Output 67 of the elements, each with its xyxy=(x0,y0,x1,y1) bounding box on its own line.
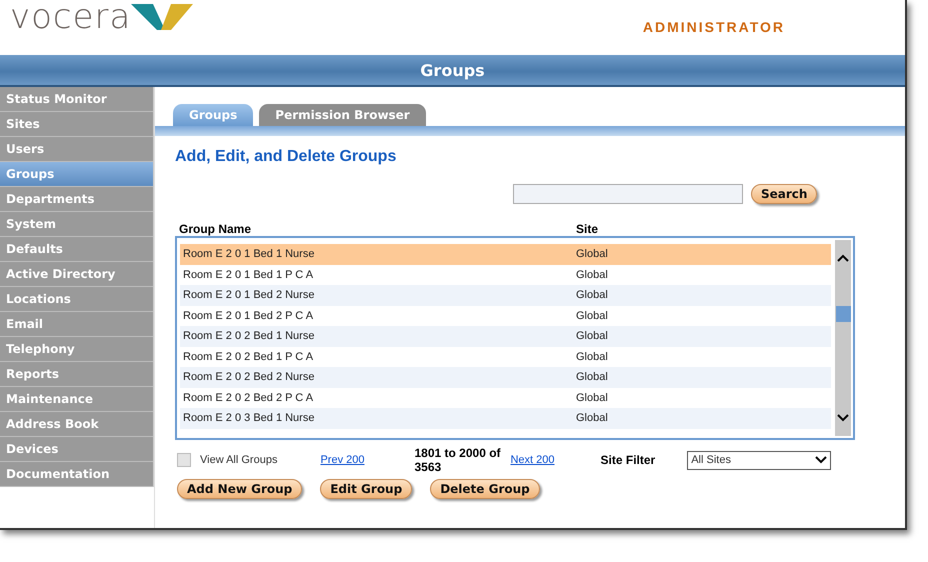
sidebar-item[interactable]: Devices xyxy=(0,437,153,462)
sidebar-item[interactable]: Defaults xyxy=(0,237,153,262)
table-row[interactable]: Room E 2 0 1 Bed 2 P C A Global xyxy=(180,306,831,326)
table-cell: Global xyxy=(576,371,608,384)
sidebar-item[interactable]: Status Monitor xyxy=(0,87,153,112)
sidebar-item[interactable]: Groups xyxy=(0,162,153,187)
table-cell-text: Room E 2 0 2 Bed 2 P C A xyxy=(182,392,314,404)
sidebar-item[interactable]: Email xyxy=(0,312,153,337)
logo-wordmark: vocera xyxy=(10,0,132,34)
column-header: Site xyxy=(576,222,598,236)
table-cell-text: Room E 2 0 1 Bed 1 P C A xyxy=(182,268,314,281)
filter-label: Site Filter xyxy=(600,453,656,467)
table-row[interactable]: Room E 2 0 2 Bed 1 Nurse Global xyxy=(180,326,831,346)
table-row[interactable]: Room E 2 0 1 Bed 1 P C A Global xyxy=(180,264,831,285)
scrollbar-thumb[interactable] xyxy=(836,306,850,322)
table-cell-text: Room E 2 0 3 Bed 1 Nurse xyxy=(182,412,316,424)
table-row[interactable]: Room E 2 0 2 Bed 1 P C A Global xyxy=(180,346,831,367)
action-button[interactable]: Add New Group xyxy=(177,479,302,499)
action-button[interactable]: Delete Group xyxy=(430,479,540,499)
sidebar-item[interactable]: Telephony xyxy=(0,337,153,362)
checkbox-label: View All Groups xyxy=(200,454,278,466)
prev-link[interactable]: Prev 200 xyxy=(320,454,364,466)
search-button[interactable]: Search xyxy=(751,184,818,204)
next-link[interactable]: Next 200 xyxy=(510,454,555,466)
scroll-up-icon[interactable] xyxy=(837,254,849,262)
sidebar-item[interactable]: System xyxy=(0,212,153,237)
table-cell: Global xyxy=(576,248,608,260)
table-cell: Global xyxy=(576,310,608,322)
table-cell-text: Room E 2 0 2 Bed 1 P C A xyxy=(182,350,314,363)
sidebar-item[interactable]: Locations xyxy=(0,287,153,312)
table-cell-text: Room E 2 0 1 Bed 1 Nurse xyxy=(182,248,316,260)
sidebar-item[interactable]: Maintenance xyxy=(0,387,153,412)
table-row[interactable]: Room E 2 0 1 Bed 1 Nurse Global xyxy=(180,244,831,264)
table-cell-text: Room E 2 0 1 Bed 2 Nurse xyxy=(182,289,316,302)
table-cell: Global xyxy=(576,392,608,404)
table-cell: Global xyxy=(576,289,608,302)
sidebar-item[interactable]: Departments xyxy=(0,187,153,212)
checkbox[interactable] xyxy=(177,453,191,467)
column-header: Group Name xyxy=(179,222,252,236)
scrollbar[interactable] xyxy=(835,240,851,436)
tab[interactable]: Permission Browser xyxy=(259,104,426,126)
table-row[interactable]: Room E 2 0 2 Bed 2 P C A Global xyxy=(180,388,831,408)
logo-icon xyxy=(131,2,194,32)
caret-icon xyxy=(815,456,828,464)
table-cell-text: Room E 2 0 2 Bed 1 Nurse xyxy=(182,330,316,342)
table-cell-text: Room E 2 0 1 Bed 2 P C A xyxy=(182,310,314,322)
sidebar-item[interactable]: Address Book xyxy=(0,412,153,437)
table-row[interactable]: Room E 2 0 3 Bed 1 Nurse Global xyxy=(180,408,831,428)
search-field[interactable] xyxy=(513,184,743,204)
role-label: ADMINISTRATOR xyxy=(642,19,785,35)
sidebar-item[interactable]: Active Directory xyxy=(0,262,153,287)
tab[interactable]: Groups xyxy=(173,104,254,126)
table-cell: Global xyxy=(576,350,608,363)
site-filter-dropdown[interactable]: All Sites xyxy=(687,450,832,470)
sidebar-item[interactable]: Reports xyxy=(0,362,153,387)
sidebar-item[interactable]: Sites xyxy=(0,112,153,137)
action-button[interactable]: Edit Group xyxy=(320,479,412,499)
sidebar-item[interactable]: Documentation xyxy=(0,462,153,487)
table-cell: Global xyxy=(576,330,608,342)
table-row[interactable]: Room E 2 0 2 Bed 2 Nurse Global xyxy=(180,367,831,388)
scroll-down-icon[interactable] xyxy=(837,414,849,422)
section-heading: Add, Edit, and Delete Groups xyxy=(175,148,398,166)
table-cell: Global xyxy=(576,268,608,281)
table-cell: Global xyxy=(576,412,608,424)
table-cell-text: Room E 2 0 2 Bed 2 Nurse xyxy=(182,371,316,384)
page-title: Groups xyxy=(420,60,485,80)
table-row[interactable]: Room E 2 0 1 Bed 2 Nurse Global xyxy=(180,285,831,306)
